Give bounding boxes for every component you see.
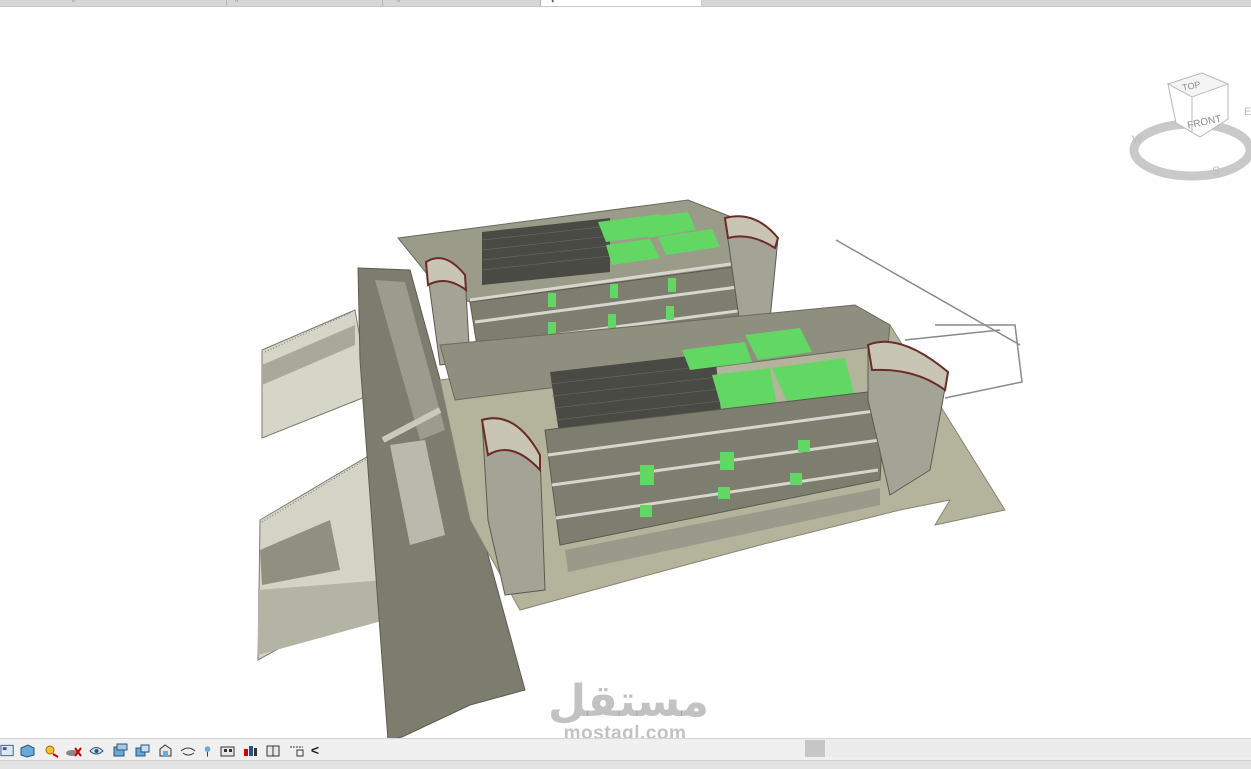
- temporary-hide-icon[interactable]: [177, 740, 200, 760]
- view-tab-3[interactable]: ▫: [383, 0, 541, 6]
- view-tab-3d-active[interactable]: ◐: [541, 0, 701, 6]
- reveal-constraints-icon[interactable]: [285, 740, 308, 760]
- analytical-model-icon[interactable]: [216, 740, 239, 760]
- unlock-3d-view-icon[interactable]: [154, 740, 177, 760]
- view-tabs-bar: ▫ ▫ ▫ ◐: [0, 0, 1251, 7]
- sun-path-icon[interactable]: [39, 740, 62, 760]
- viewcube[interactable]: TOP FRONT W S E: [1120, 67, 1251, 182]
- compass-south-label[interactable]: S: [1212, 164, 1220, 178]
- watermark-arabic: مستقل: [548, 676, 709, 727]
- view-tab-5[interactable]: [702, 0, 1251, 6]
- show-crop-icon[interactable]: [131, 740, 154, 760]
- scrollbar-thumb[interactable]: [805, 740, 825, 757]
- building-model[interactable]: [0, 7, 1251, 741]
- scrollbar-track[interactable]: [826, 740, 1251, 757]
- compass-east-label[interactable]: E: [1244, 106, 1251, 118]
- render-icon[interactable]: [85, 740, 108, 760]
- visual-style-icon[interactable]: [16, 740, 39, 760]
- view-tab-2[interactable]: ▫: [227, 0, 383, 6]
- plan-view-icon: ▫: [72, 0, 75, 5]
- scale-icon[interactable]: [0, 740, 16, 760]
- compass-west-label[interactable]: W: [1132, 134, 1143, 146]
- view-tab-1[interactable]: ▫: [0, 0, 227, 6]
- watermark: مستقل mostaql.com: [548, 676, 709, 744]
- shadows-icon[interactable]: [62, 740, 85, 760]
- 3d-viewport[interactable]: TOP FRONT W S E: [0, 7, 1251, 741]
- 3d-view-icon: ◐: [551, 0, 556, 5]
- plan-view-icon: ▫: [235, 0, 238, 5]
- plan-view-icon: ▫: [397, 0, 400, 5]
- collapse-arrow-icon[interactable]: <: [308, 740, 322, 760]
- worksharing-display-icon[interactable]: [262, 740, 285, 760]
- crop-view-icon[interactable]: [108, 740, 131, 760]
- reveal-hidden-icon[interactable]: [200, 740, 216, 760]
- highlight-displacement-icon[interactable]: [239, 740, 262, 760]
